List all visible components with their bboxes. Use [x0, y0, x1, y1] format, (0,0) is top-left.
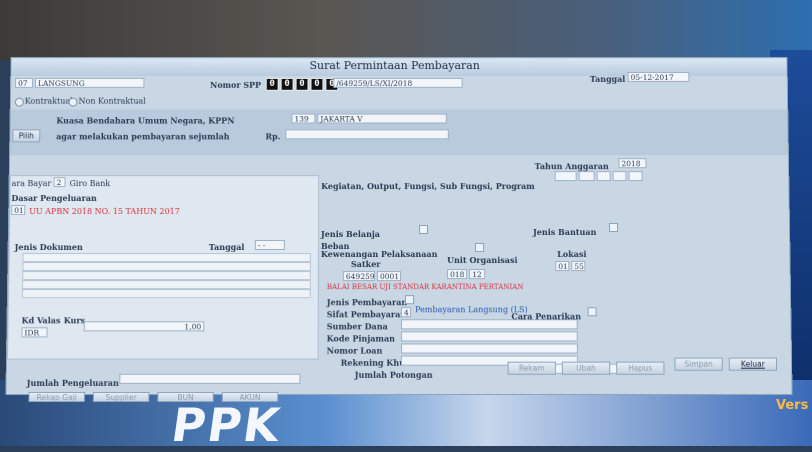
spp-digit-box: 0: [295, 77, 309, 91]
kegiatan-fields[interactable]: [554, 171, 643, 182]
desktop-version-text: Vers: [776, 398, 809, 413]
tanggal-dok-label: Tanggal: [208, 242, 245, 253]
lokasi-code1-field[interactable]: 01: [555, 261, 570, 272]
jenis-code-field[interactable]: 07: [15, 77, 34, 88]
sumber-dana-field[interactable]: [401, 319, 578, 330]
monitor-bezel-top: [0, 0, 812, 60]
jenis-pembayaran-label: Jenis Pembayaran: [326, 297, 408, 308]
rp-label: Rp.: [265, 131, 281, 142]
cara-bayar-code[interactable]: 2: [53, 177, 66, 188]
subfungsi-field[interactable]: [612, 171, 627, 182]
akun-button[interactable]: AKUN: [221, 391, 279, 403]
cara-bayar-label: ara Bayar: [11, 179, 52, 189]
non-kontraktual-label: Non Kontraktual: [78, 96, 146, 106]
jenis-bantuan-field[interactable]: [608, 223, 619, 232]
satker-code-field[interactable]: 649259: [342, 271, 375, 282]
jumlah-pengeluaran-label: Jumlah Pengeluaran: [26, 377, 119, 388]
satker-label: Satker: [350, 259, 381, 270]
spp-digit-box: 0: [265, 77, 279, 91]
output-field[interactable]: [578, 171, 595, 182]
kuasa-line2: agar melakukan pembayaran sejumlah: [56, 131, 230, 142]
jenis-dokumen-label: Jenis Dokumen: [14, 242, 83, 253]
desktop-brand-text: PPK: [168, 398, 285, 452]
list-item[interactable]: [22, 262, 311, 272]
jumlah-pengeluaran-field: [119, 373, 301, 384]
kppn-name-field: JAKARTA V: [317, 113, 447, 124]
rp-amount-field[interactable]: [285, 129, 449, 140]
nomor-loan-label: Nomor Loan: [326, 345, 383, 356]
tahun-anggaran-field[interactable]: 2018: [618, 158, 647, 169]
lokasi-label: Lokasi: [557, 249, 587, 260]
kewenangan-field[interactable]: [475, 243, 485, 253]
nomor-spp-label: Nomor SPP: [209, 79, 262, 90]
jenis-belanja-label: Jenis Belanja: [320, 228, 380, 239]
jumlah-potongan-label: Jumlah Potongan: [354, 369, 433, 380]
jenis-bantuan-label: Jenis Bantuan: [533, 226, 597, 237]
kppn-code-field[interactable]: 139: [291, 113, 316, 124]
kontraktual-label: Kontraktual: [24, 96, 73, 106]
ubah-button[interactable]: Ubah: [561, 361, 611, 375]
nomor-loan-field[interactable]: [401, 343, 578, 354]
kegiatan-field[interactable]: [554, 171, 577, 182]
kewenangan-label: Kewenangan Pelaksanaan: [320, 249, 438, 260]
sifat-pembayaran-label: Sifat Pembayaran: [326, 309, 407, 320]
spp-digit-box: 0: [310, 77, 324, 91]
rekap-gaji-button[interactable]: Rekap Gaji: [28, 391, 85, 403]
program-field[interactable]: [628, 171, 643, 182]
pilih-button[interactable]: Pilih: [12, 129, 41, 143]
satker-name-text: BALAI BESAR UJI STANDAR KARANTINA PERTAN…: [326, 283, 524, 292]
tanggal-field[interactable]: 05-12-2017: [627, 72, 690, 82]
non-kontraktual-radio[interactable]: [68, 97, 78, 107]
dasar-text: UU APBN 2018 NO. 15 TAHUN 2017: [29, 207, 180, 217]
kurs-label: Kurs: [63, 315, 86, 326]
dasar-pengeluaran-label: Dasar Pengeluaran: [11, 193, 97, 204]
tanggal-label: Tanggal: [589, 73, 626, 84]
window-title: Surat Permintaan Pembayaran: [309, 59, 480, 73]
unit-organisasi-label: Unit Organisasi: [447, 255, 518, 266]
kontraktual-radio[interactable]: [14, 97, 24, 107]
supplier-button[interactable]: Supplier: [92, 391, 150, 403]
kurs-field[interactable]: 1,00: [83, 321, 205, 332]
jenis-belanja-field[interactable]: [419, 225, 429, 234]
valas-field[interactable]: IDR: [21, 327, 48, 338]
spp-window: Surat Permintaan Pembayaran 07 LANGSUNG …: [5, 57, 793, 403]
jenis-pembayaran-field[interactable]: [405, 295, 415, 305]
hapus-button[interactable]: Hapus: [616, 361, 665, 375]
list-item[interactable]: [21, 289, 311, 299]
kegiatan-label: Kegiatan, Output, Fungsi, Sub Fungsi, Pr…: [321, 181, 535, 192]
satker-sub-field[interactable]: 0001: [376, 271, 402, 282]
fungsi-field[interactable]: [596, 171, 611, 182]
unit-code1-field[interactable]: 018: [447, 269, 468, 280]
list-item[interactable]: [22, 280, 311, 290]
kuasa-line1: Kuasa Bendahara Umum Negara, KPPN: [56, 115, 235, 126]
simpan-button[interactable]: Simpan: [674, 357, 723, 371]
cara-bayar-name: Giro Bank: [69, 179, 111, 189]
lokasi-code2-field[interactable]: 55: [571, 261, 586, 272]
keluar-button[interactable]: Keluar: [728, 357, 778, 371]
list-item[interactable]: [22, 271, 311, 281]
kode-pinjaman-label: Kode Pinjaman: [326, 333, 395, 344]
spp-digit-box: 0: [280, 77, 294, 91]
rekam-button[interactable]: Rekam: [507, 361, 556, 375]
sumber-dana-label: Sumber Dana: [326, 321, 388, 332]
dasar-code-field[interactable]: 01: [11, 205, 26, 216]
nomor-spp-boxes[interactable]: 0 0 0 0 0: [265, 77, 339, 91]
tanggal-dok-field[interactable]: - -: [254, 239, 285, 251]
cara-penarikan-field[interactable]: [587, 307, 597, 317]
kode-pinjaman-field[interactable]: [401, 331, 578, 342]
unit-code2-field[interactable]: 12: [469, 269, 486, 280]
kd-valas-label: Kd Valas: [21, 315, 61, 326]
nomor-spp-suffix: /649259/LS/XI/2018: [333, 77, 463, 88]
sifat-code-field[interactable]: 4: [401, 307, 412, 318]
tahun-anggaran-label: Tahun Anggaran: [534, 161, 609, 172]
bun-button[interactable]: BUN: [157, 391, 214, 403]
dokumen-list[interactable]: [21, 253, 311, 299]
list-item[interactable]: [22, 253, 311, 263]
jenis-name-field[interactable]: LANGSUNG: [34, 77, 145, 88]
